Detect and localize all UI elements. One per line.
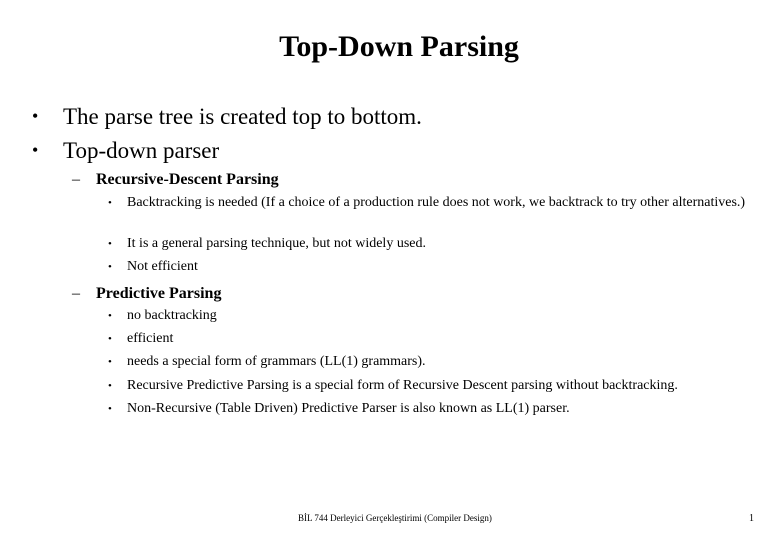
sub-bullet-text: Recursive Predictive Parsing is a specia… <box>127 378 678 393</box>
sub-bullet-item: • efficient <box>108 328 768 350</box>
bullet-item: • Top-down parser <box>32 137 219 164</box>
sub-bullet-item: • Backtracking is needed (If a choice of… <box>108 192 768 213</box>
section-heading: – Recursive-Descent Parsing <box>72 170 279 190</box>
sub-bullet-text: Non-Recursive (Table Driven) Predictive … <box>127 401 570 416</box>
dash-icon: – <box>72 171 80 188</box>
sub-bullet-text: Not efficient <box>127 259 198 274</box>
bullet-icon: • <box>32 106 39 126</box>
bullet-icon: • <box>32 140 39 160</box>
bullet-icon: • <box>108 333 112 345</box>
sub-bullet-item: • no backtracking <box>108 305 768 327</box>
sub-bullet-item: • Not efficient <box>108 256 768 278</box>
bullet-icon: • <box>108 197 112 209</box>
sub-bullet-item: • Non-Recursive (Table Driven) Predictiv… <box>108 398 768 420</box>
sub-bullet-text: Backtracking is needed (If a choice of a… <box>127 195 746 210</box>
sub-bullet-text: no backtracking <box>127 308 217 323</box>
slide-title: Top-Down Parsing <box>279 30 519 63</box>
page-number: 1 <box>749 513 754 524</box>
slide-footer: BİL 744 Derleyici Gerçekleştirimi (Compi… <box>298 513 492 523</box>
sub-bullet-item: • It is a general parsing technique, but… <box>108 233 768 255</box>
section-heading-text: Recursive-Descent Parsing <box>96 171 279 188</box>
sub-bullet-text: It is a general parsing technique, but n… <box>127 236 426 251</box>
bullet-icon: • <box>108 261 112 273</box>
section-heading: – Predictive Parsing <box>72 284 221 304</box>
bullet-icon: • <box>108 356 112 368</box>
sub-bullet-item: • needs a special form of grammars (LL(1… <box>108 351 768 373</box>
bullet-icon: • <box>108 310 112 322</box>
sub-bullet-text: needs a special form of grammars (LL(1) … <box>127 354 426 369</box>
bullet-icon: • <box>108 238 112 250</box>
sub-bullet-item: • Recursive Predictive Parsing is a spec… <box>108 375 780 397</box>
bullet-icon: • <box>108 380 112 392</box>
bullet-text: Top-down parser <box>63 138 220 163</box>
bullet-icon: • <box>108 403 112 415</box>
bullet-text: The parse tree is created top to bottom. <box>63 104 422 129</box>
dash-icon: – <box>72 285 80 302</box>
sub-bullet-text: efficient <box>127 331 174 346</box>
bullet-item: • The parse tree is created top to bottom… <box>32 103 422 130</box>
section-heading-text: Predictive Parsing <box>96 285 222 302</box>
